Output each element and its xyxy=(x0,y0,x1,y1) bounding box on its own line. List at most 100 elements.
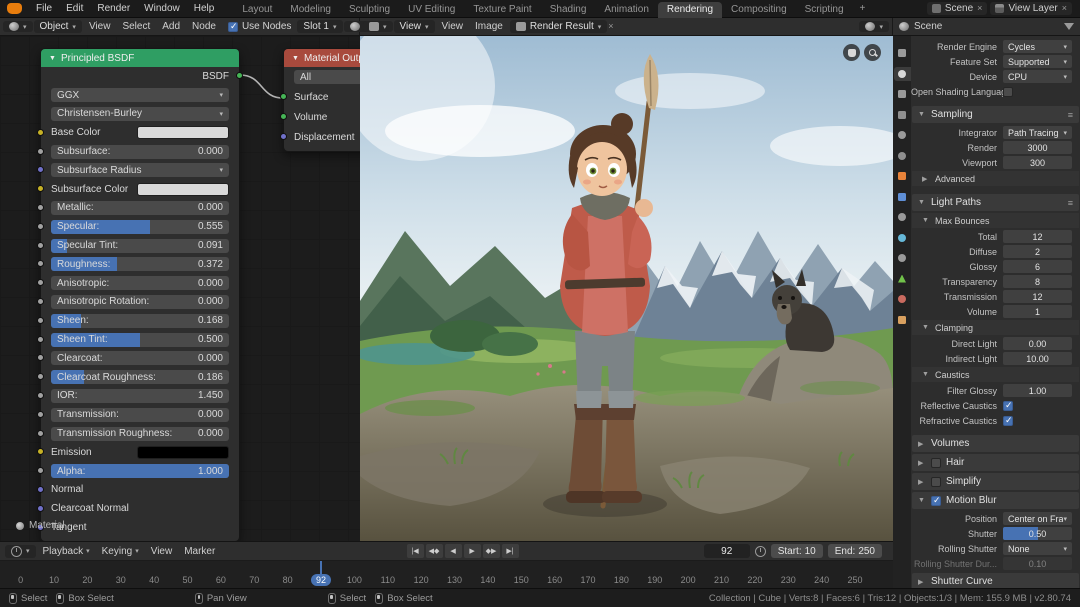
input-widget[interactable]: Sheen Tint: 0.500 ▾ xyxy=(51,333,229,347)
property-field[interactable]: None ▾ xyxy=(1003,542,1072,555)
section-max-bounces[interactable]: Max Bounces xyxy=(912,213,1079,228)
input-widget[interactable]: Clearcoat Roughness: 0.186 ▾ xyxy=(51,370,229,384)
menu-item[interactable]: Marker xyxy=(178,546,221,557)
menu-item[interactable]: Render xyxy=(90,0,137,18)
start-frame-field[interactable]: Start:10 xyxy=(771,544,823,558)
input-widget[interactable]: Roughness: 0.372 ▾ xyxy=(51,257,229,271)
input-socket[interactable] xyxy=(37,242,44,249)
input-widget[interactable]: Specular: 0.555 ▾ xyxy=(51,220,229,234)
property-field[interactable]: 1.00 ▾ xyxy=(1003,384,1072,397)
transport-button[interactable]: ◀ xyxy=(445,544,462,558)
menu-item[interactable]: Window xyxy=(137,0,187,18)
input-socket[interactable] xyxy=(37,392,44,399)
properties-tab[interactable] xyxy=(894,46,911,60)
menu-item[interactable]: Playback xyxy=(37,546,96,557)
properties-tab[interactable] xyxy=(894,108,911,122)
properties-tab[interactable] xyxy=(894,313,911,327)
workspace-tab[interactable]: Animation xyxy=(595,2,657,18)
properties-tab[interactable] xyxy=(894,149,911,163)
property-field[interactable]: Center on Frame ▾ xyxy=(1003,512,1072,525)
editor-type-button[interactable]: ▾ xyxy=(363,21,393,32)
transport-button[interactable]: ▶ xyxy=(464,544,481,558)
view-layer-unlink-icon[interactable]: × xyxy=(1062,4,1067,13)
transport-button[interactable]: |◀ xyxy=(407,544,424,558)
section-light-paths[interactable]: Light Paths ≡ xyxy=(912,194,1079,211)
properties-tab[interactable] xyxy=(894,231,911,245)
property-checkbox[interactable] xyxy=(1003,87,1013,97)
menu-item[interactable]: Edit xyxy=(59,0,90,18)
collapse-caret-icon[interactable]: ▼ xyxy=(292,55,299,62)
color-swatch[interactable] xyxy=(137,126,229,139)
scene-selector[interactable]: Scene × xyxy=(927,2,988,15)
property-checkbox[interactable] xyxy=(1003,401,1013,411)
input-widget[interactable]: Subsurface Radius ▾ xyxy=(51,163,229,177)
property-field[interactable]: Supported ▾ xyxy=(1003,55,1072,68)
section-motion-blur[interactable]: Motion Blur xyxy=(912,492,1079,509)
input-socket[interactable] xyxy=(37,223,44,230)
workspace-tab[interactable]: Shading xyxy=(541,2,596,18)
input-widget[interactable]: Anisotropic: 0.000 ▾ xyxy=(51,276,229,290)
property-field[interactable]: 0.00 ▾ xyxy=(1003,337,1072,350)
input-socket[interactable] xyxy=(37,317,44,324)
properties-tab[interactable] xyxy=(894,292,911,306)
bsdf-output-socket[interactable] xyxy=(236,72,243,79)
input-socket[interactable] xyxy=(280,133,287,140)
property-field[interactable]: 6 ▾ xyxy=(1003,260,1072,273)
input-widget[interactable]: Subsurface: 0.000 ▾ xyxy=(51,145,229,159)
properties-tab[interactable] xyxy=(894,272,911,286)
display-channels-dropdown[interactable]: ▾ xyxy=(859,21,889,32)
menu-item[interactable]: Help xyxy=(187,0,222,18)
pan-view-button[interactable] xyxy=(843,44,860,61)
workspace-tab[interactable]: Layout xyxy=(233,2,281,18)
shader-editor[interactable]: ▼ Principled BSDF BSDF xyxy=(0,36,360,541)
properties-tab[interactable] xyxy=(894,67,911,81)
input-widget[interactable]: IOR: 1.450 ▾ xyxy=(51,389,229,403)
properties-tab[interactable] xyxy=(894,169,911,183)
principled-bsdf-node[interactable]: ▼ Principled BSDF BSDF xyxy=(40,48,240,541)
input-socket[interactable] xyxy=(280,113,287,120)
workspace-tab[interactable]: Texture Paint xyxy=(464,2,540,18)
collapse-caret-icon[interactable]: ▼ xyxy=(49,55,56,62)
input-socket[interactable] xyxy=(37,148,44,155)
input-socket[interactable] xyxy=(37,166,44,173)
input-socket[interactable] xyxy=(37,354,44,361)
color-swatch[interactable] xyxy=(137,446,229,459)
timeline-ruler[interactable]: 0102030405060708092100110120130140150160… xyxy=(0,561,893,588)
input-socket[interactable] xyxy=(37,185,44,192)
editor-type-button[interactable]: ▾ xyxy=(3,21,33,32)
motion-blur-checkbox[interactable] xyxy=(931,496,941,506)
property-field[interactable]: 0.10 ▾ xyxy=(1003,557,1072,570)
menu-item[interactable]: View xyxy=(145,546,179,557)
property-field[interactable]: 3000 ▾ xyxy=(1003,141,1072,154)
menu-item[interactable]: View xyxy=(436,21,470,32)
input-socket[interactable] xyxy=(37,260,44,267)
filter-icon[interactable] xyxy=(1064,23,1074,30)
input-socket[interactable] xyxy=(37,204,44,211)
input-socket[interactable] xyxy=(37,486,44,493)
input-socket[interactable] xyxy=(37,505,44,512)
menu-item[interactable]: Image xyxy=(469,21,509,32)
presets-icon[interactable]: ≡ xyxy=(1068,198,1073,208)
input-socket[interactable] xyxy=(37,298,44,305)
section-shutter-curve[interactable]: Shutter Curve xyxy=(912,573,1079,588)
properties-tab[interactable] xyxy=(894,87,911,101)
property-field[interactable]: 12 ▾ xyxy=(1003,230,1072,243)
use-nodes-toggle[interactable]: Use Nodes xyxy=(223,21,296,32)
input-socket[interactable] xyxy=(37,279,44,286)
input-socket[interactable] xyxy=(37,129,44,136)
input-widget[interactable]: Alpha: 1.000 ▾ xyxy=(51,464,229,478)
input-socket[interactable] xyxy=(37,430,44,437)
properties-tab[interactable] xyxy=(894,190,911,204)
workspace-tab[interactable]: Compositing xyxy=(722,2,796,18)
image-mode-dropdown[interactable]: View▾ xyxy=(394,20,435,33)
input-socket[interactable] xyxy=(37,467,44,474)
transport-button[interactable]: ▶| xyxy=(502,544,519,558)
node-header[interactable]: ▼ Material Output xyxy=(284,49,360,67)
menu-item[interactable]: Select xyxy=(116,21,156,32)
properties-tab[interactable] xyxy=(894,210,911,224)
input-socket[interactable] xyxy=(37,411,44,418)
menu-item[interactable]: View xyxy=(83,21,117,32)
section-volumes[interactable]: Volumes xyxy=(912,435,1079,452)
use-nodes-checkbox[interactable] xyxy=(228,22,238,32)
editor-type-button[interactable]: ▾ xyxy=(5,545,36,558)
